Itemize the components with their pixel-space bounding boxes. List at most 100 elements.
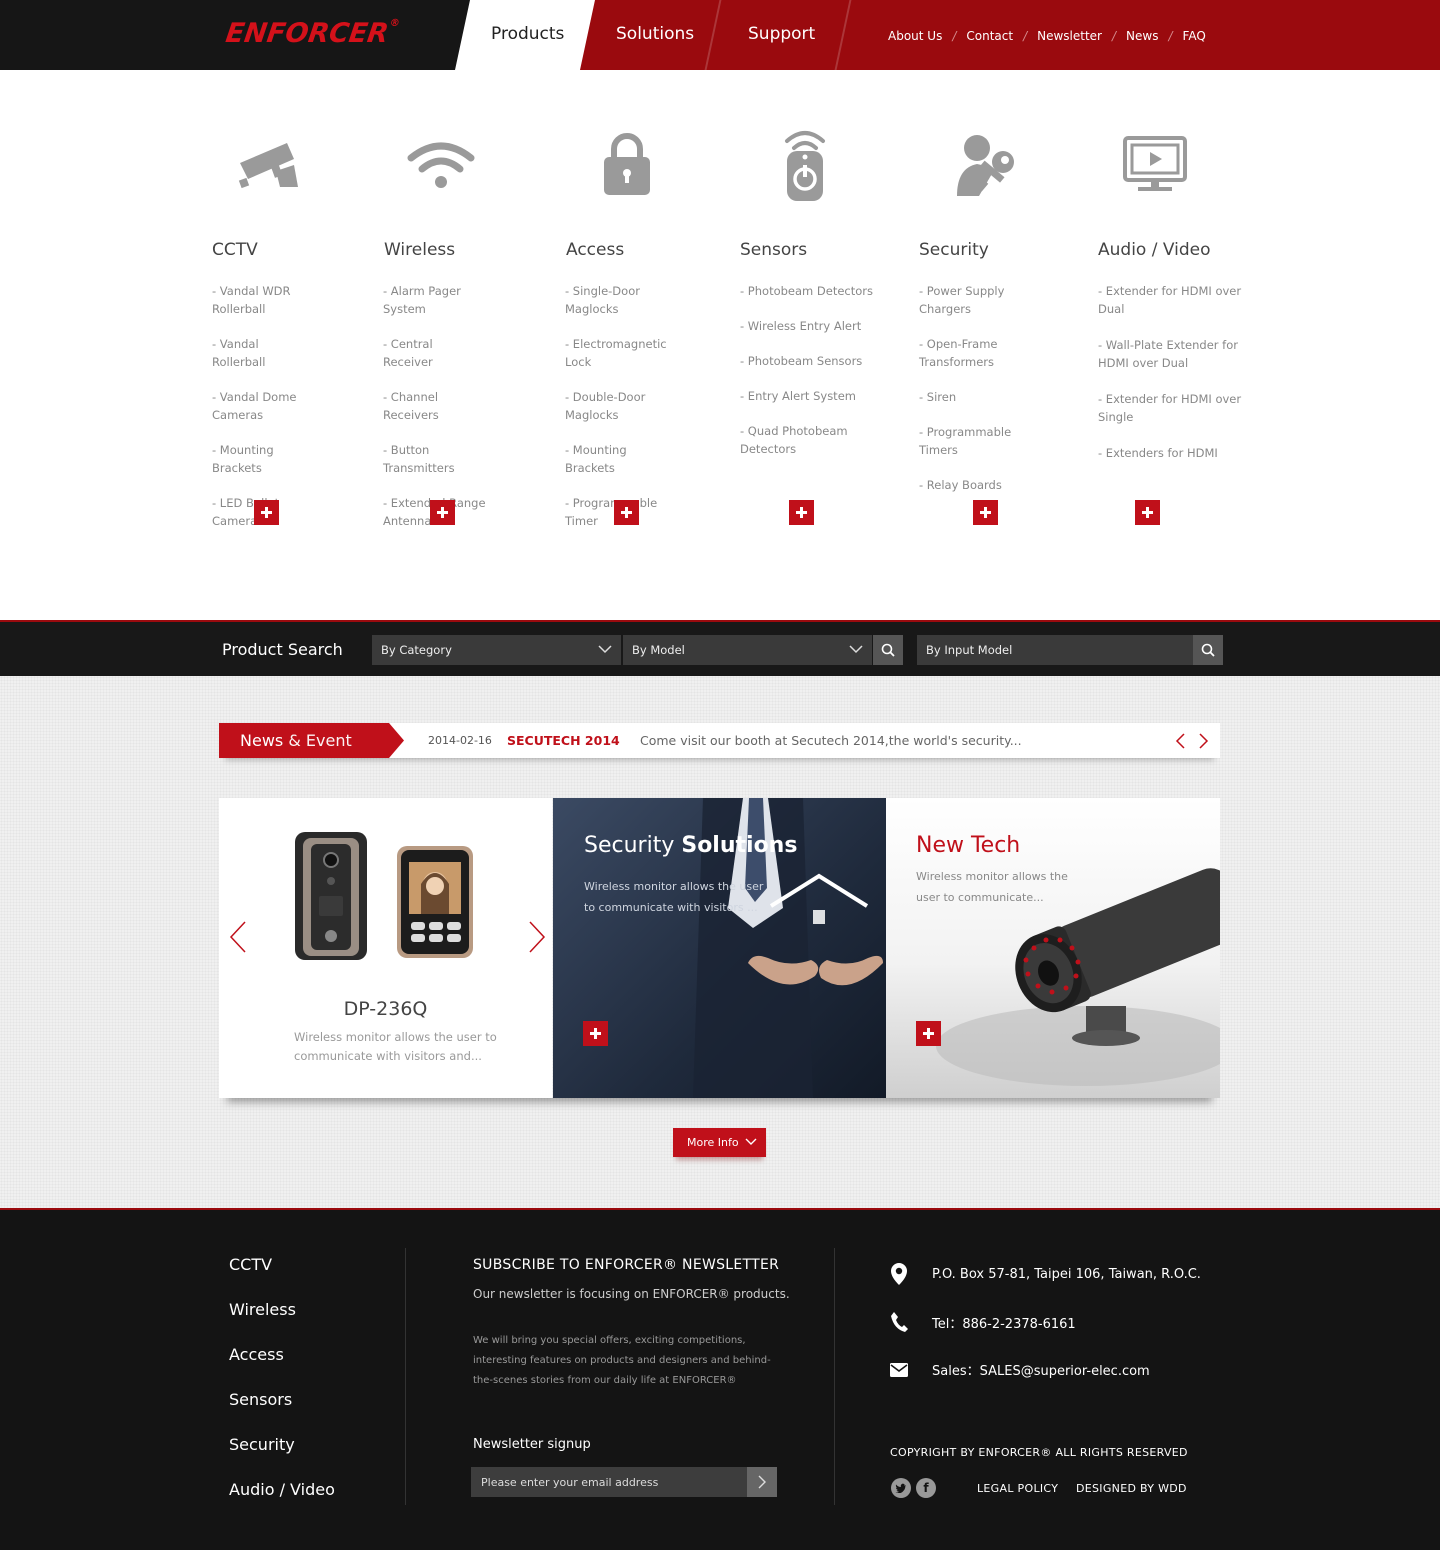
list-item[interactable]: - Photobeam Detectors	[740, 282, 910, 300]
list-item[interactable]: - Extender for HDMI over Dual	[1098, 282, 1248, 318]
category-title[interactable]: Wireless	[384, 240, 455, 260]
category-cctv: CCTV - Vandal WDR Rollerball - Vandal Ro…	[212, 120, 312, 528]
list-item[interactable]: - Extenders for HDMI	[1098, 444, 1248, 462]
news-text[interactable]: Come visit our booth at Secutech 2014,th…	[640, 733, 1022, 748]
news-title[interactable]: SECUTECH 2014	[507, 733, 620, 748]
audio-video-more-button[interactable]	[1135, 500, 1160, 525]
list-item[interactable]: - Relay Boards	[919, 476, 1030, 494]
list-item[interactable]: - Alarm Pager System	[383, 282, 486, 318]
tab-divider	[704, 0, 722, 70]
list-item[interactable]: - Double-Door Maglocks	[565, 388, 672, 424]
list-item[interactable]: - Single-Door Maglocks	[565, 282, 672, 318]
link-separator: /	[1111, 29, 1117, 43]
wifi-icon[interactable]	[396, 120, 486, 210]
security-more-button[interactable]	[973, 500, 998, 525]
footer-link-cctv[interactable]: CCTV	[229, 1255, 335, 1300]
designed-by-link[interactable]: DESIGNED BY WDD	[1076, 1482, 1187, 1495]
twitter-icon[interactable]	[891, 1478, 911, 1498]
model-search-button[interactable]	[1193, 635, 1223, 665]
product-name[interactable]: DP-236Q	[219, 998, 552, 1020]
product-panel: DP-236Q Wireless monitor allows the user…	[219, 798, 552, 1098]
category-search-button[interactable]	[873, 635, 903, 665]
list-item[interactable]: - Wireless Entry Alert	[740, 317, 910, 335]
email-submit-button[interactable]	[747, 1467, 777, 1497]
category-title[interactable]: CCTV	[212, 240, 258, 260]
footer-link-sensors[interactable]: Sensors	[229, 1390, 335, 1435]
chevron-right-icon	[758, 1475, 766, 1489]
list-item[interactable]: - Power Supply Chargers	[919, 282, 1030, 318]
person-key-icon[interactable]	[940, 120, 1030, 210]
list-item[interactable]: - Vandal Dome Cameras	[212, 388, 312, 424]
tab-support[interactable]: Support	[748, 24, 815, 44]
tab-solutions[interactable]: Solutions	[616, 24, 694, 44]
news-ticker: News & Event 2014-02-16 SECUTECH 2014 Co…	[219, 723, 1220, 758]
padlock-icon[interactable]	[582, 120, 672, 210]
footer-link-audio-video[interactable]: Audio / Video	[229, 1480, 335, 1525]
product-search-bar: Product Search By Category By Model By I…	[0, 620, 1440, 676]
solutions-title[interactable]: Security Solutions	[584, 833, 797, 858]
legal-policy-link[interactable]: LEGAL POLICY	[977, 1482, 1058, 1495]
list-item[interactable]: - Central Receiver	[383, 335, 486, 371]
category-list: - Power Supply Chargers - Open-Frame Tra…	[919, 282, 1030, 511]
model-input-placeholder: By Input Model	[926, 643, 1013, 657]
list-item[interactable]: - Open-Frame Transformers	[919, 335, 1030, 371]
list-item[interactable]: - Electromagnetic Lock	[565, 335, 672, 371]
list-item[interactable]: - Mounting Brackets	[565, 441, 672, 477]
chevron-left-icon[interactable]	[228, 920, 248, 954]
faq-link[interactable]: FAQ	[1183, 29, 1206, 43]
category-title[interactable]: Audio / Video	[1098, 240, 1210, 260]
list-item[interactable]: - Mounting Brackets	[212, 441, 312, 477]
more-info-button[interactable]: More Info	[673, 1128, 766, 1157]
category-title[interactable]: Security	[919, 240, 989, 260]
contact-link[interactable]: Contact	[966, 29, 1013, 43]
chevron-right-icon[interactable]	[527, 920, 547, 954]
category-access: Access - Single-Door Maglocks - Electrom…	[565, 120, 672, 528]
doorphone-product-image	[295, 832, 473, 960]
list-item[interactable]: - Channel Receivers	[383, 388, 486, 424]
list-item[interactable]: - Programmable Timers	[919, 423, 1030, 459]
chevron-left-icon[interactable]	[1174, 732, 1188, 750]
cctv-more-button[interactable]	[254, 500, 279, 525]
footer-link-wireless[interactable]: Wireless	[229, 1300, 335, 1345]
new-tech-title[interactable]: New Tech	[916, 833, 1020, 858]
list-item[interactable]: - Wall-Plate Extender for HDMI over Dual	[1098, 336, 1248, 372]
access-more-button[interactable]	[614, 500, 639, 525]
category-select[interactable]: By Category	[372, 635, 621, 665]
list-item[interactable]: - Button Transmitters	[383, 441, 486, 477]
sensors-more-button[interactable]	[789, 500, 814, 525]
model-input[interactable]: By Input Model	[917, 635, 1193, 665]
list-item[interactable]: - Photobeam Sensors	[740, 352, 910, 370]
email-field[interactable]	[471, 1467, 747, 1497]
facebook-icon[interactable]: f	[916, 1478, 936, 1498]
list-item[interactable]: - Quad Photobeam Detectors	[740, 422, 855, 458]
enforcer-logo[interactable]: ENFORCER®	[224, 18, 401, 49]
chevron-right-icon[interactable]	[1196, 732, 1210, 750]
remote-sensor-icon[interactable]	[760, 120, 850, 210]
wireless-more-button[interactable]	[430, 500, 455, 525]
tab-products[interactable]: Products	[491, 24, 564, 44]
category-wireless: Wireless - Alarm Pager System - Central …	[383, 120, 486, 528]
list-item[interactable]: - Entry Alert System	[740, 387, 910, 405]
news-link[interactable]: News	[1126, 29, 1158, 43]
newsletter-link[interactable]: Newsletter	[1037, 29, 1102, 43]
cctv-camera-icon[interactable]	[222, 120, 312, 210]
footer-link-access[interactable]: Access	[229, 1345, 335, 1390]
category-title[interactable]: Sensors	[740, 240, 807, 260]
model-select[interactable]: By Model	[623, 635, 872, 665]
category-security: Security - Power Supply Chargers - Open-…	[919, 120, 1030, 492]
about-us-link[interactable]: About Us	[888, 29, 942, 43]
sales-email-text[interactable]: Sales：SALES@superior-elec.com	[932, 1360, 1150, 1379]
solutions-more-button[interactable]	[583, 1021, 608, 1046]
news-tag-rest: & Event	[288, 731, 352, 750]
list-item[interactable]: - Vandal Rollerball	[212, 335, 312, 371]
category-title[interactable]: Access	[566, 240, 624, 260]
list-item[interactable]: - Vandal WDR Rollerball	[212, 282, 312, 318]
footer-link-security[interactable]: Security	[229, 1435, 335, 1480]
monitor-play-icon[interactable]	[1110, 120, 1200, 210]
search-icon	[1201, 643, 1215, 657]
list-item[interactable]: - Extender for HDMI over Single	[1098, 390, 1248, 426]
news-event-tag[interactable]: News & Event	[219, 723, 404, 758]
tel-text[interactable]: Tel：886-2-2378-6161	[932, 1313, 1076, 1332]
new-tech-more-button[interactable]	[916, 1021, 941, 1046]
list-item[interactable]: - Siren	[919, 388, 1030, 406]
